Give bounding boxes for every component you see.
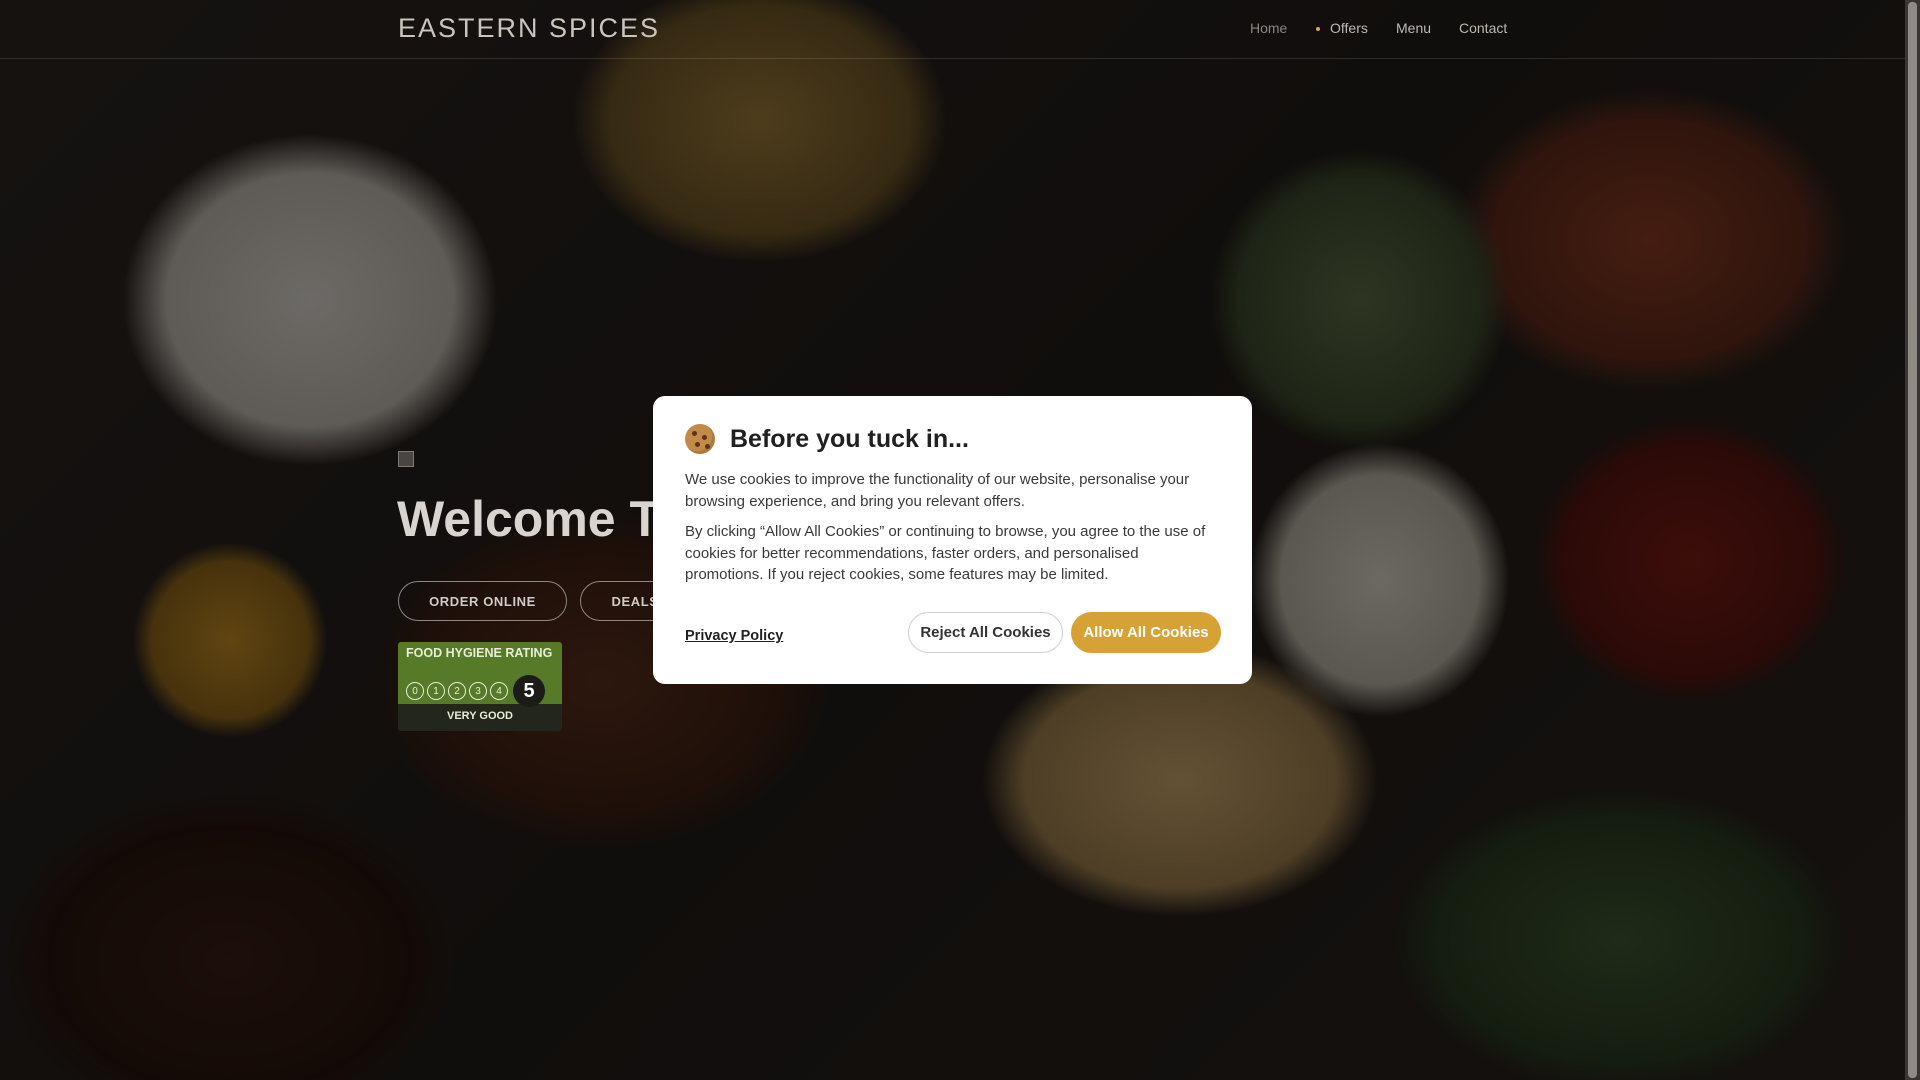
rating-scale-2: 2	[448, 682, 466, 700]
order-online-button[interactable]: ORDER ONLINE	[398, 581, 567, 621]
dialog-title: Before you tuck in...	[730, 424, 969, 453]
brand-logo-text[interactable]: EASTERN SPICES	[398, 13, 660, 44]
page-scrollbar[interactable]	[1905, 0, 1920, 1080]
allow-all-cookies-button[interactable]: Allow All Cookies	[1071, 612, 1221, 653]
scrollbar-thumb[interactable]	[1908, 2, 1917, 1078]
privacy-policy-link[interactable]: Privacy Policy	[685, 628, 783, 644]
reject-all-cookies-button[interactable]: Reject All Cookies	[908, 612, 1063, 653]
cookie-consent-dialog: Before you tuck in... We use cookies to …	[653, 396, 1252, 684]
rating-scale-3: 3	[469, 682, 487, 700]
rating-scale-1: 1	[427, 682, 445, 700]
nav-contact[interactable]: Contact	[1459, 20, 1507, 36]
rating-scale-0: 0	[406, 682, 424, 700]
nav-home[interactable]: Home	[1250, 20, 1287, 36]
rating-scale-4: 4	[490, 682, 508, 700]
badge-title: FOOD HYGIENE RATING	[406, 646, 553, 660]
nav-menu[interactable]: Menu	[1396, 20, 1431, 36]
cookie-icon	[685, 424, 715, 454]
dialog-text-intro: We use cookies to improve the functional…	[685, 471, 1190, 510]
rating-value: 5	[513, 675, 545, 707]
bullet-icon	[1316, 27, 1320, 32]
rating-scale: 0 1 2 3 4 5	[406, 675, 545, 707]
broken-image-icon	[398, 451, 414, 467]
nav-offers-label: Offers	[1330, 20, 1368, 36]
dialog-text-consent: By clicking “Allow All Cookies” or conti…	[685, 523, 1206, 583]
dialog-header: Before you tuck in...	[685, 424, 969, 454]
nav-offers[interactable]: Offers	[1316, 20, 1368, 36]
site-header: EASTERN SPICES Home Offers Menu Contact	[0, 0, 1905, 59]
food-hygiene-rating-badge: FOOD HYGIENE RATING 0 1 2 3 4 5 VERY GOO…	[398, 642, 562, 731]
rating-caption: VERY GOOD	[446, 710, 514, 722]
